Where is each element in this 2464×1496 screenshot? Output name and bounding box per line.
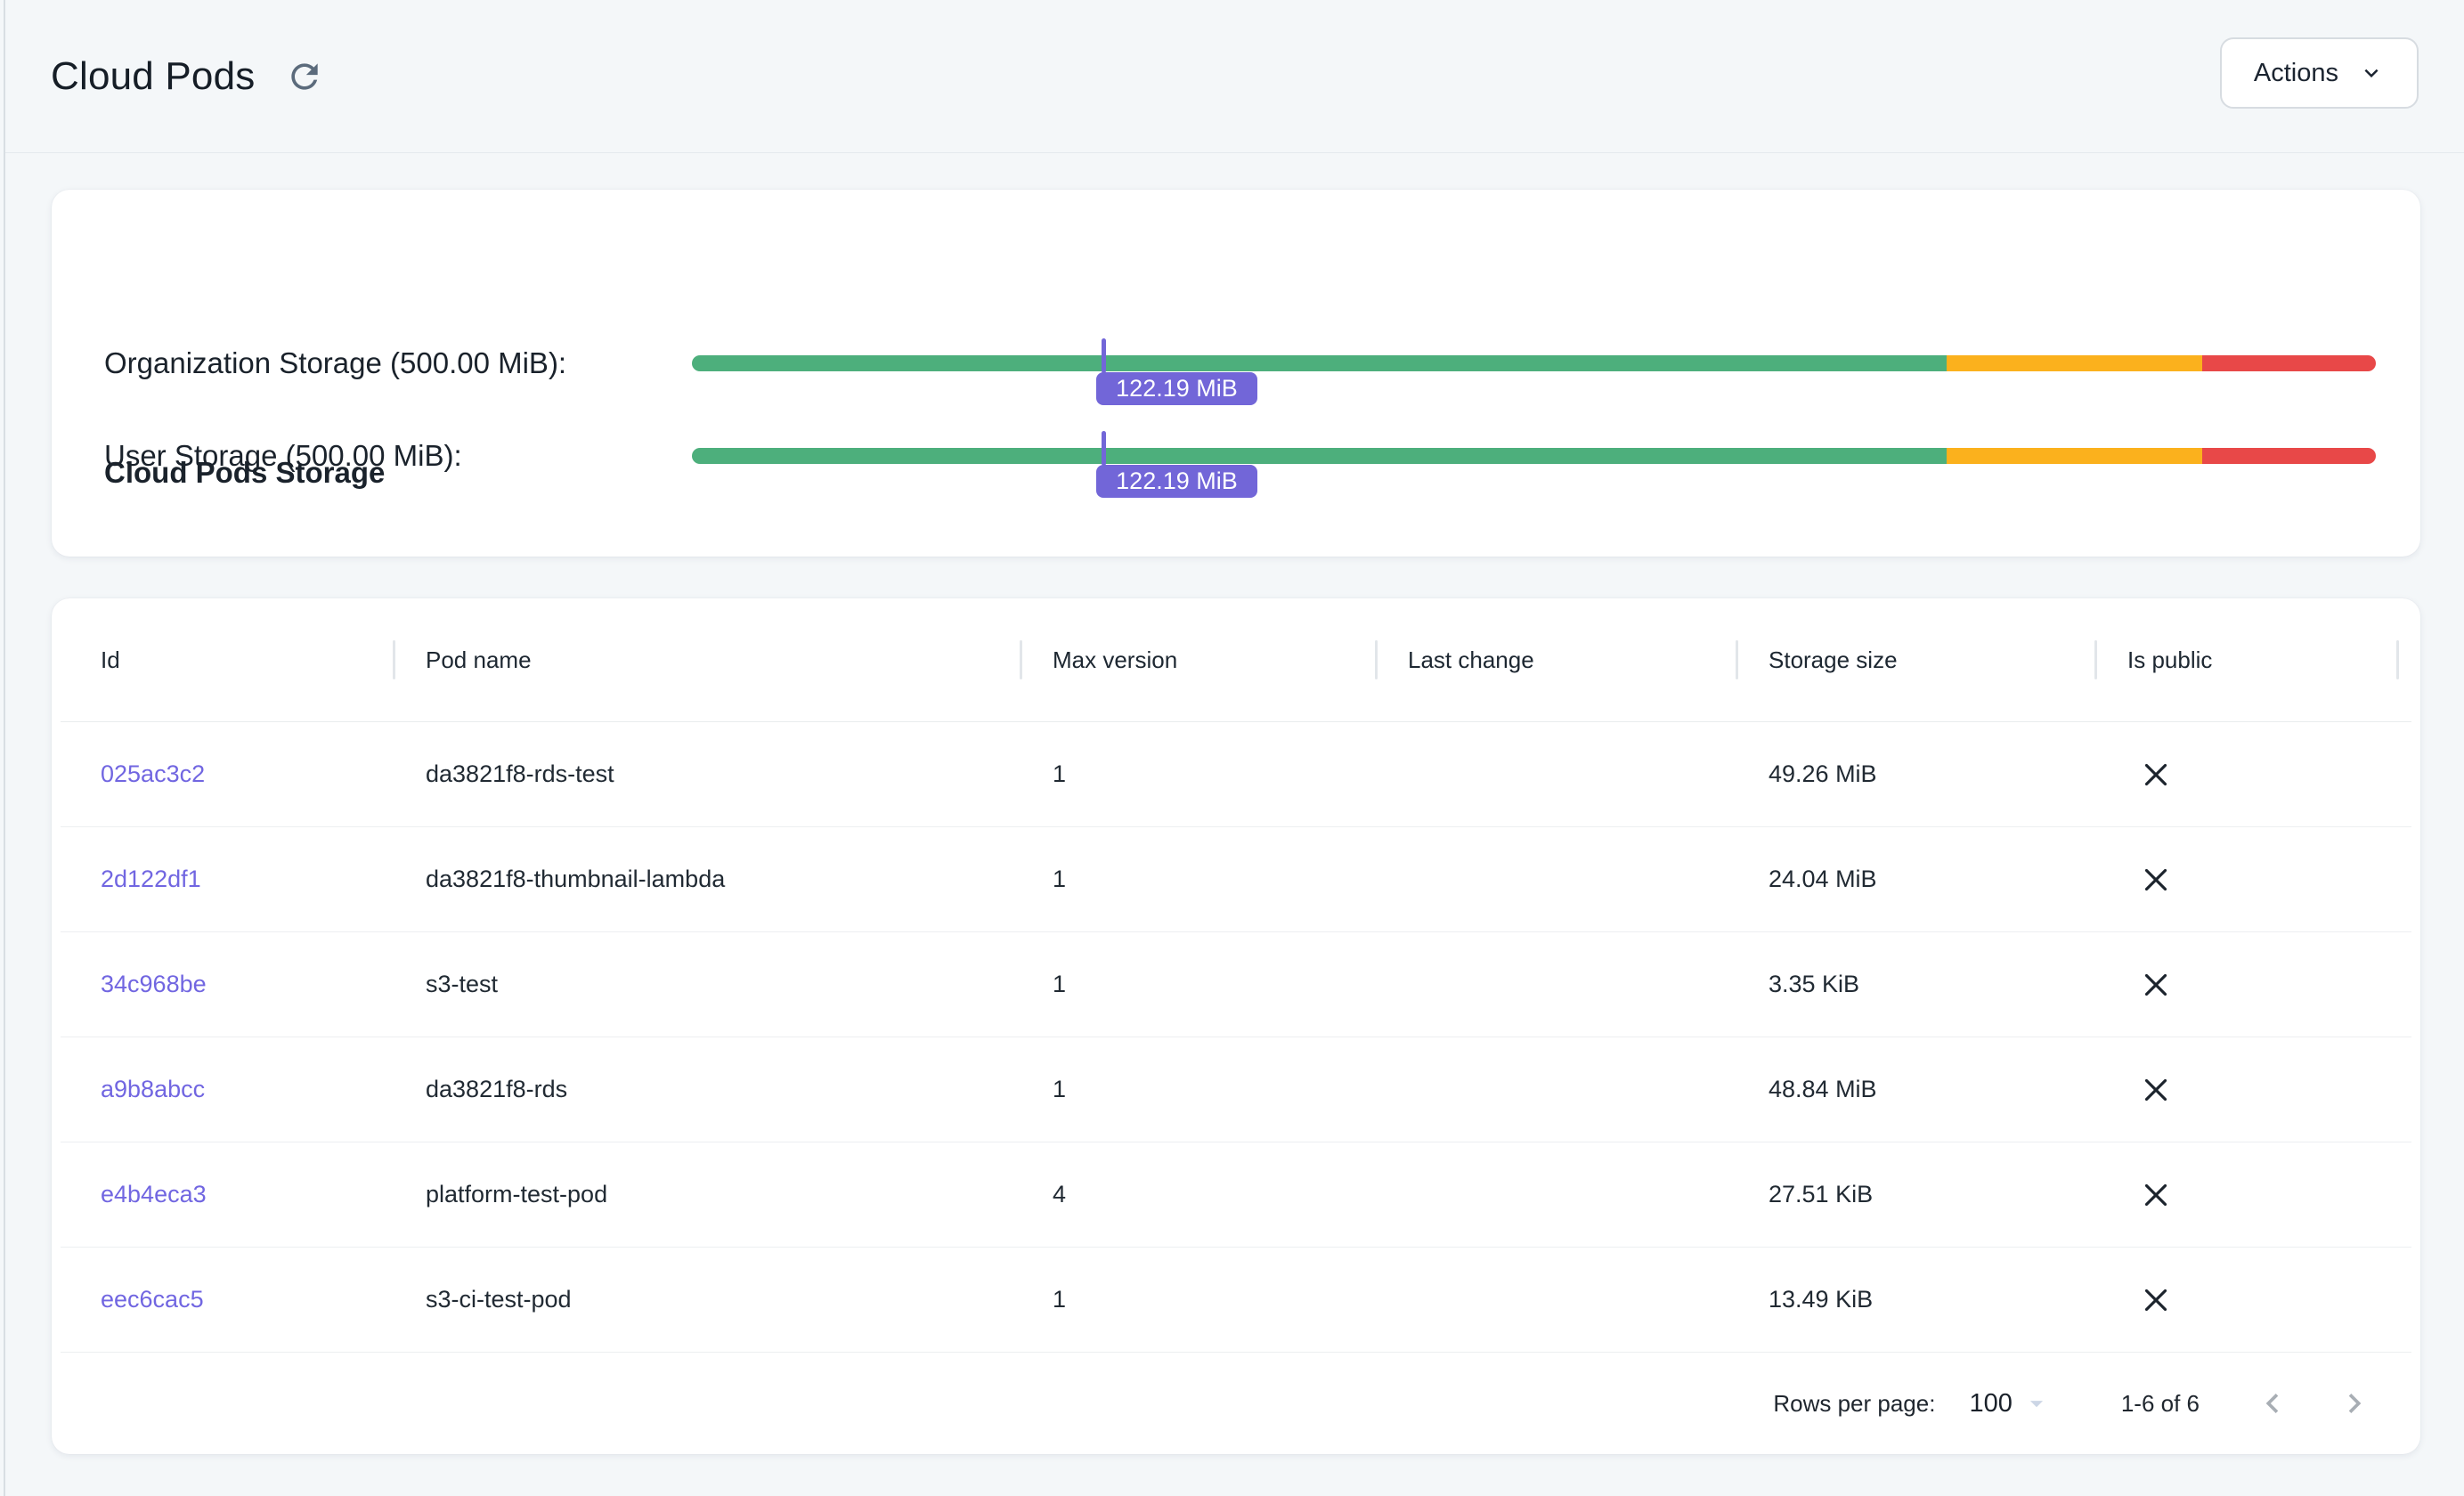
user-storage-meter: 122.19 MiB	[692, 448, 2376, 464]
table-row: a9b8abcc da3821f8-rds 1 48.84 MiB	[61, 1037, 2411, 1142]
close-icon	[2140, 759, 2172, 791]
pods-table: Id Pod name Max version Last change Stor…	[61, 598, 2411, 1454]
is-public-cell	[2097, 1142, 2411, 1247]
zone-warning	[1947, 448, 2202, 464]
pod-id-link[interactable]: 2d122df1	[101, 866, 201, 893]
is-public-cell	[2097, 1248, 2411, 1352]
column-header-is-public[interactable]: Is public	[2097, 598, 2411, 721]
org-storage-row: Organization Storage (500.00 MiB): 122.1…	[104, 355, 2376, 371]
user-storage-row: User Storage (500.00 MiB): 122.19 MiB	[104, 448, 2376, 464]
pod-name-cell: s3-ci-test-pod	[395, 1248, 1022, 1352]
pod-name-cell: da3821f8-rds-test	[395, 722, 1022, 826]
page-title: Cloud Pods	[51, 54, 255, 99]
org-storage-label: Organization Storage (500.00 MiB):	[104, 346, 566, 380]
column-header-pod-name[interactable]: Pod name	[395, 598, 1022, 721]
pod-id-link[interactable]: 025ac3c2	[101, 760, 205, 788]
org-storage-meter: 122.19 MiB	[692, 355, 2376, 371]
column-header-id[interactable]: Id	[61, 598, 395, 721]
usage-marker	[1102, 338, 1106, 373]
refresh-icon	[285, 57, 324, 96]
pods-table-card: Id Pod name Max version Last change Stor…	[52, 598, 2420, 1454]
table-row: 2d122df1 da3821f8-thumbnail-lambda 1 24.…	[61, 827, 2411, 932]
pod-name-cell: platform-test-pod	[395, 1142, 1022, 1247]
previous-page-button[interactable]	[2251, 1382, 2294, 1425]
usage-marker	[1102, 431, 1106, 466]
pagination-nav	[2251, 1382, 2376, 1425]
storage-size-cell: 48.84 MiB	[1738, 1037, 2097, 1142]
is-public-cell	[2097, 932, 2411, 1037]
max-version-cell: 1	[1022, 1037, 1378, 1142]
rows-per-page-select[interactable]: 100	[1969, 1388, 2051, 1419]
storage-meter-track	[692, 355, 2376, 371]
table-pagination: Rows per page: 100 1-6 of 6	[61, 1353, 2411, 1454]
rows-per-page-label: Rows per page:	[1773, 1390, 1935, 1418]
user-storage-label: User Storage (500.00 MiB):	[104, 439, 462, 473]
storage-size-cell: 49.26 MiB	[1738, 722, 2097, 826]
close-icon	[2140, 1284, 2172, 1316]
zone-critical	[2202, 448, 2376, 464]
chevron-left-icon	[2253, 1384, 2292, 1423]
storage-card: Cloud Pods Storage Organization Storage …	[52, 190, 2420, 557]
pod-name-cell: s3-test	[395, 932, 1022, 1037]
table-row: eec6cac5 s3-ci-test-pod 1 13.49 KiB	[61, 1248, 2411, 1353]
chevron-down-icon	[2358, 60, 2385, 86]
zone-ok	[692, 355, 1947, 371]
storage-size-cell: 27.51 KiB	[1738, 1142, 2097, 1247]
actions-button-label: Actions	[2254, 59, 2338, 88]
storage-meter-track	[692, 448, 2376, 464]
max-version-cell: 1	[1022, 722, 1378, 826]
pod-name-cell: da3821f8-thumbnail-lambda	[395, 827, 1022, 931]
pagination-range-label: 1-6 of 6	[2121, 1390, 2200, 1418]
usage-badge: 122.19 MiB	[1096, 372, 1257, 405]
last-change-cell	[1378, 1248, 1738, 1352]
table-row: 34c968be s3-test 1 3.35 KiB	[61, 932, 2411, 1037]
next-page-button[interactable]	[2333, 1382, 2376, 1425]
last-change-cell	[1378, 1142, 1738, 1247]
zone-critical	[2202, 355, 2376, 371]
last-change-cell	[1378, 1037, 1738, 1142]
close-icon	[2140, 864, 2172, 896]
max-version-cell: 1	[1022, 932, 1378, 1037]
last-change-cell	[1378, 722, 1738, 826]
rows-per-page-value: 100	[1969, 1389, 2012, 1419]
pod-id-link[interactable]: eec6cac5	[101, 1286, 204, 1313]
content-left-divider	[4, 0, 5, 1496]
pod-id-link[interactable]: e4b4eca3	[101, 1181, 207, 1208]
table-row: e4b4eca3 platform-test-pod 4 27.51 KiB	[61, 1142, 2411, 1248]
last-change-cell	[1378, 827, 1738, 931]
actions-button[interactable]: Actions	[2220, 37, 2419, 109]
close-icon	[2140, 1074, 2172, 1106]
column-header-last-change[interactable]: Last change	[1378, 598, 1738, 721]
max-version-cell: 1	[1022, 827, 1378, 931]
close-icon	[2140, 1179, 2172, 1211]
is-public-cell	[2097, 722, 2411, 826]
last-change-cell	[1378, 932, 1738, 1037]
storage-size-cell: 24.04 MiB	[1738, 827, 2097, 931]
table-header-row: Id Pod name Max version Last change Stor…	[61, 598, 2411, 722]
max-version-cell: 4	[1022, 1142, 1378, 1247]
column-header-max-version[interactable]: Max version	[1022, 598, 1378, 721]
storage-size-cell: 13.49 KiB	[1738, 1248, 2097, 1352]
page-header: Cloud Pods Actions	[5, 0, 2464, 153]
pod-id-link[interactable]: a9b8abcc	[101, 1076, 205, 1103]
close-icon	[2140, 969, 2172, 1001]
is-public-cell	[2097, 827, 2411, 931]
zone-warning	[1947, 355, 2202, 371]
column-header-storage-size[interactable]: Storage size	[1738, 598, 2097, 721]
storage-size-cell: 3.35 KiB	[1738, 932, 2097, 1037]
usage-badge: 122.19 MiB	[1096, 465, 1257, 498]
is-public-cell	[2097, 1037, 2411, 1142]
refresh-button[interactable]	[281, 53, 328, 100]
max-version-cell: 1	[1022, 1248, 1378, 1352]
pod-name-cell: da3821f8-rds	[395, 1037, 1022, 1142]
zone-ok	[692, 448, 1947, 464]
pod-id-link[interactable]: 34c968be	[101, 971, 207, 998]
table-row: 025ac3c2 da3821f8-rds-test 1 49.26 MiB	[61, 722, 2411, 827]
chevron-right-icon	[2335, 1384, 2374, 1423]
dropdown-arrow-icon	[2013, 1388, 2052, 1419]
